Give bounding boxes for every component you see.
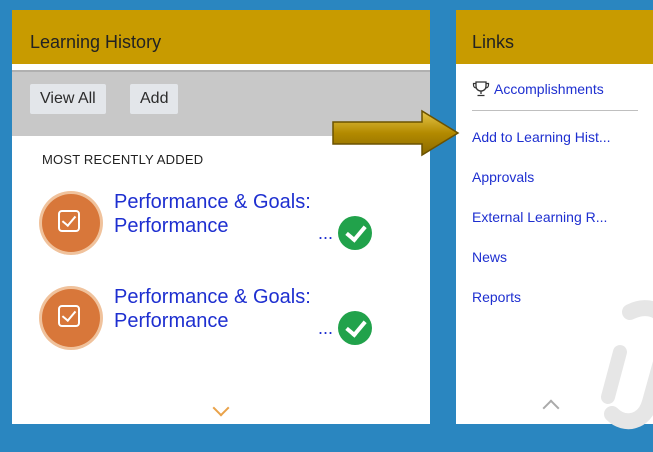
learning-item-line2: Performance <box>114 215 229 237</box>
add-button[interactable]: Add <box>130 84 179 114</box>
check-circle-icon <box>338 311 372 345</box>
links-header: Links <box>456 10 653 64</box>
link-label: Accomplishments <box>494 81 604 97</box>
links-divider <box>472 110 638 111</box>
learning-history-header: Learning History <box>12 10 430 64</box>
more-ellipsis: ... <box>318 318 334 338</box>
link-news[interactable]: News <box>472 237 642 277</box>
most-recently-added-label: MOST RECENTLY ADDED <box>42 152 204 167</box>
learning-history-item[interactable]: Performance & Goals: Performance ... <box>42 190 402 270</box>
trophy-icon <box>472 81 490 97</box>
learning-item-title[interactable]: Performance & Goals: Performance <box>114 285 374 333</box>
link-approvals[interactable]: Approvals <box>472 157 642 197</box>
completed-task-icon <box>42 289 100 347</box>
more-ellipsis: ... <box>318 223 334 243</box>
learning-item-line1: Performance & Goals: <box>114 191 311 213</box>
annotation-arrow-icon <box>332 109 460 157</box>
link-add-to-learning-history[interactable]: Add to Learning Hist... <box>472 117 642 157</box>
watermark-logo-icon <box>601 300 653 430</box>
learning-item-line2: Performance <box>114 310 229 332</box>
links-title: Links <box>472 31 515 52</box>
page-background: Learning History View All Add MOST RECEN… <box>0 0 653 430</box>
check-circle-icon <box>338 216 372 250</box>
learning-history-card: Learning History View All Add MOST RECEN… <box>12 10 430 424</box>
chevron-down-icon[interactable] <box>212 399 230 417</box>
completed-task-icon <box>42 194 100 252</box>
links-list: Accomplishments Add to Learning Hist... … <box>472 72 642 317</box>
chevron-up-icon[interactable] <box>542 399 560 417</box>
link-accomplishments[interactable]: Accomplishments <box>472 72 642 106</box>
learning-item-line1: Performance & Goals: <box>114 286 311 308</box>
learning-item-title[interactable]: Performance & Goals: Performance <box>114 190 374 238</box>
learning-history-title: Learning History <box>30 31 162 52</box>
link-external-learning[interactable]: External Learning R... <box>472 197 642 237</box>
learning-history-item[interactable]: Performance & Goals: Performance ... <box>42 285 402 365</box>
view-all-button[interactable]: View All <box>30 84 106 114</box>
